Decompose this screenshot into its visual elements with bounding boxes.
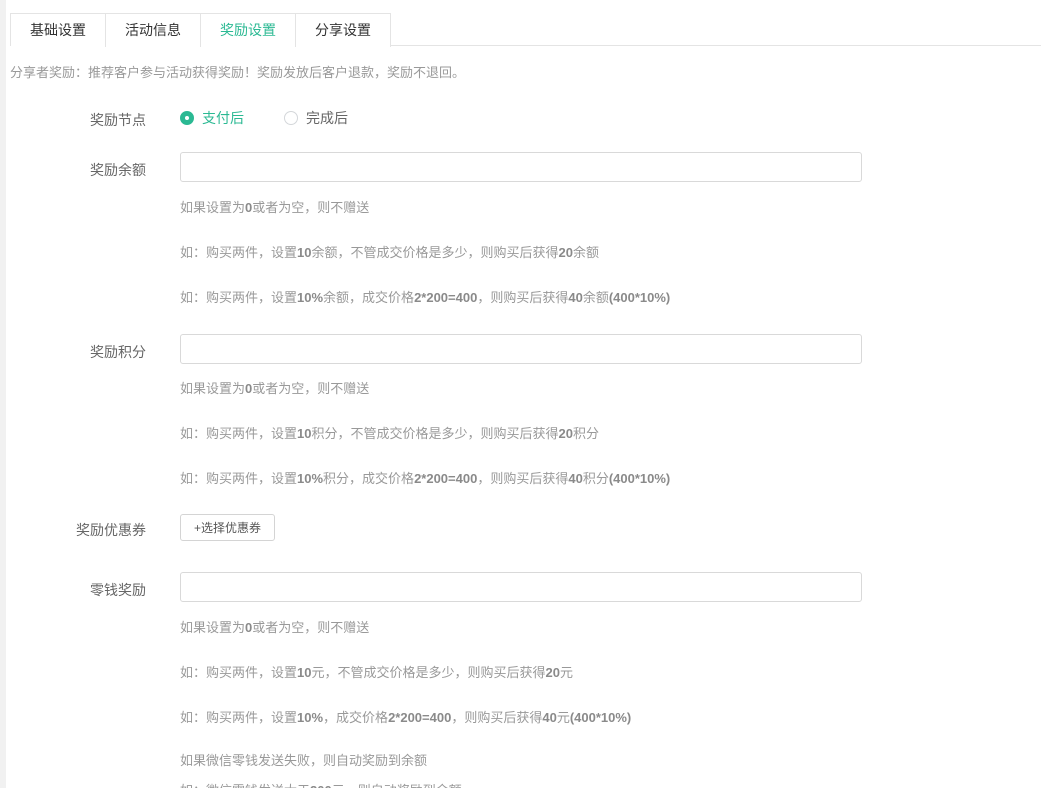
hint-line: 如果设置为0或者为空，则不赠送 bbox=[180, 197, 369, 216]
tab-basic-settings[interactable]: 基础设置 bbox=[11, 14, 106, 47]
tab-activity-info[interactable]: 活动信息 bbox=[106, 14, 201, 47]
tab-share-settings[interactable]: 分享设置 bbox=[296, 14, 391, 47]
hint-line: 如果设置为0或者为空，则不赠送 bbox=[180, 378, 369, 397]
radio-after-completion[interactable]: 完成后 bbox=[284, 108, 348, 128]
hint-line: 如：购买两件，设置10积分，不管成交价格是多少，则购买后获得20积分 bbox=[180, 423, 599, 442]
radio-after-payment[interactable]: 支付后 bbox=[180, 108, 244, 128]
hint-line: 如：购买两件，设置10余额，不管成交价格是多少，则购买后获得20余额 bbox=[180, 242, 599, 261]
reward-settings-page: 基础设置 活动信息 奖励设置 分享设置 分享者奖励：推荐客户参与活动获得奖励！奖… bbox=[0, 0, 1045, 788]
reward-points-input[interactable] bbox=[180, 334, 862, 364]
hint-line: 如：购买两件，设置10%余额，成交价格2*200=400，则购买后获得40余额(… bbox=[180, 287, 670, 306]
hint-line: 如：购买两件，设置10元，不管成交价格是多少，则购买后获得20元 bbox=[180, 662, 573, 681]
radio-after-completion-label: 完成后 bbox=[306, 108, 348, 128]
sharer-reward-description: 分享者奖励：推荐客户参与活动获得奖励！奖励发放后客户退款，奖励不退回。 bbox=[10, 62, 465, 81]
reward-node-radio-group: 支付后 完成后 bbox=[180, 108, 348, 128]
hint-line: 如：购买两件，设置10%，成交价格2*200=400，则购买后获得40元(400… bbox=[180, 707, 631, 726]
radio-after-payment-label: 支付后 bbox=[202, 108, 244, 128]
reward-coupon-label: 奖励优惠券 bbox=[0, 520, 146, 540]
radio-unselected-icon bbox=[284, 111, 298, 125]
hint-line: 如果设置为0或者为空，则不赠送 bbox=[180, 617, 369, 636]
reward-balance-input[interactable] bbox=[180, 152, 862, 182]
tab-group: 基础设置 活动信息 奖励设置 分享设置 bbox=[10, 13, 391, 46]
reward-balance-label: 奖励余额 bbox=[0, 160, 146, 180]
radio-selected-icon bbox=[180, 111, 194, 125]
cash-reward-label: 零钱奖励 bbox=[0, 580, 146, 600]
hint-line: 如：购买两件，设置10%积分，成交价格2*200=400，则购买后获得40积分(… bbox=[180, 468, 670, 487]
tab-reward-settings[interactable]: 奖励设置 bbox=[201, 14, 296, 47]
reward-points-label: 奖励积分 bbox=[0, 342, 146, 362]
cash-reward-input[interactable] bbox=[180, 572, 862, 602]
hint-line: 如果微信零钱发送失败，则自动奖励到余额 bbox=[180, 750, 427, 769]
tabs-bar: 基础设置 活动信息 奖励设置 分享设置 bbox=[10, 13, 1041, 46]
select-coupon-button[interactable]: +选择优惠券 bbox=[180, 514, 275, 541]
hint-line: 如：微信零钱发送大于200元，则自动奖励到余额 bbox=[180, 780, 462, 788]
reward-node-label: 奖励节点 bbox=[0, 110, 146, 130]
